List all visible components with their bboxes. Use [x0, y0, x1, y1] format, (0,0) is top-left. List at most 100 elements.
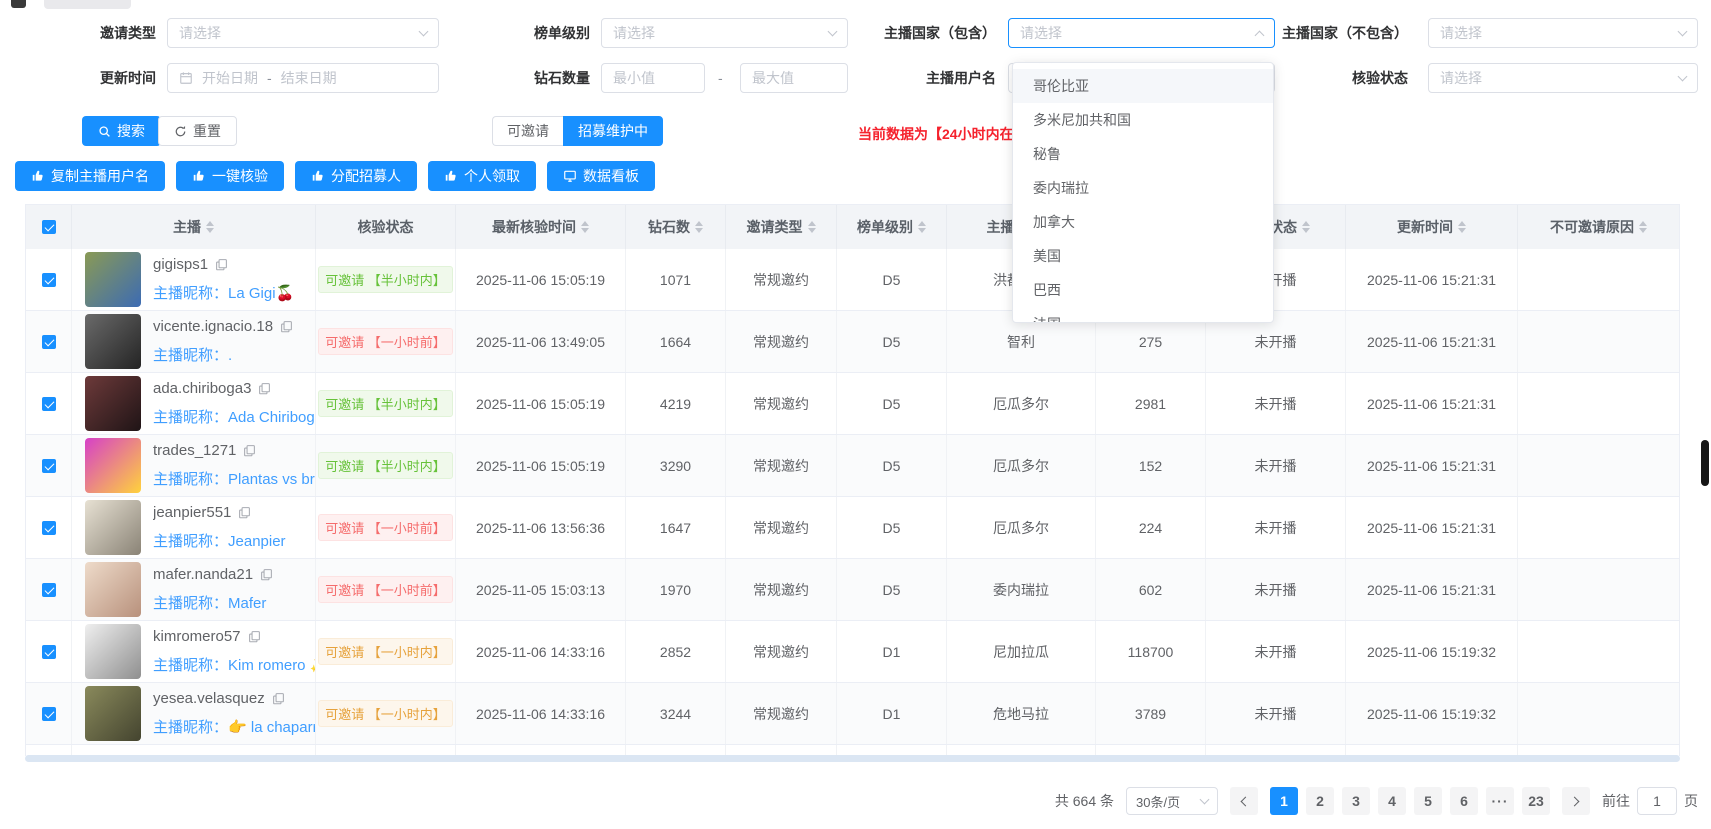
column-header-invite_type[interactable]: 邀请类型 — [726, 205, 837, 249]
cell-update-time: 2025-11-06 15:21:31 — [1346, 559, 1518, 620]
page-button-3[interactable]: 3 — [1342, 787, 1370, 815]
thumb-icon — [31, 169, 45, 183]
copy-icon[interactable] — [243, 444, 256, 457]
page-button-2[interactable]: 2 — [1306, 787, 1334, 815]
sort-caret-icon[interactable] — [695, 221, 703, 233]
cell-anchor: kimromero57主播昵称：Kim romero ✨ — [72, 621, 316, 682]
anchor-nickname-link[interactable]: Plantas vs brai — [228, 471, 315, 488]
column-header-rank_level[interactable]: 榜单级别 — [837, 205, 947, 249]
copy-icon[interactable] — [272, 692, 285, 705]
country-exclude-select[interactable]: 请选择 — [1428, 18, 1698, 48]
copy-icon[interactable] — [258, 382, 271, 395]
page-button-4[interactable]: 4 — [1378, 787, 1406, 815]
next-page-button[interactable] — [1562, 787, 1590, 815]
sort-caret-icon[interactable] — [808, 221, 816, 233]
horizontal-scrollbar[interactable] — [25, 755, 1680, 762]
search-icon — [98, 125, 111, 138]
cell-verify-time: 2025-11-06 15:05:19 — [456, 249, 626, 310]
page-button-23[interactable]: 23 — [1522, 787, 1550, 815]
column-header-diamonds[interactable]: 钻石数 — [626, 205, 726, 249]
page-button-1[interactable]: 1 — [1270, 787, 1298, 815]
row-select-cell — [26, 311, 72, 372]
invite-type-select[interactable]: 请选择 — [167, 18, 439, 48]
dropdown-option-3[interactable]: 秘鲁 — [1013, 137, 1273, 171]
select-all-checkbox[interactable] — [42, 220, 56, 234]
copy-icon[interactable] — [280, 320, 293, 333]
diamonds-min-input[interactable]: 最小值 — [601, 63, 705, 93]
column-header-verify_time[interactable]: 最新核验时间 — [456, 205, 626, 249]
page-button-5[interactable]: 5 — [1414, 787, 1442, 815]
action-button-复制主播用户名[interactable]: 复制主播用户名 — [15, 161, 165, 191]
toggle-invitable[interactable]: 可邀请 — [492, 116, 563, 146]
sort-caret-icon[interactable] — [1639, 221, 1647, 233]
sort-caret-icon[interactable] — [581, 221, 589, 233]
dropdown-option-7[interactable]: 巴西 — [1013, 273, 1273, 307]
sort-caret-icon[interactable] — [1302, 221, 1310, 233]
goto-page-input[interactable] — [1637, 787, 1677, 815]
row-checkbox[interactable] — [42, 273, 56, 287]
action-button-一键核验[interactable]: 一键核验 — [176, 161, 284, 191]
dropdown-option-6[interactable]: 美国 — [1013, 239, 1273, 273]
anchor-nickname-link[interactable]: Mafer — [228, 595, 266, 612]
chevron-right-icon — [1570, 796, 1580, 806]
vertical-scrollbar-thumb[interactable] — [1701, 440, 1709, 486]
row-checkbox[interactable] — [42, 459, 56, 473]
update-time-daterange[interactable]: 开始日期 - 结束日期 — [167, 63, 439, 93]
dropdown-option-1[interactable]: 哥伦比亚 — [1013, 69, 1273, 103]
nickname-label: 主播昵称： — [153, 285, 228, 302]
row-checkbox[interactable] — [42, 397, 56, 411]
sort-caret-icon[interactable] — [918, 221, 926, 233]
reset-button[interactable]: 重置 — [158, 116, 237, 146]
country-include-select[interactable]: 请选择 — [1008, 18, 1275, 48]
prev-page-button[interactable] — [1230, 787, 1258, 815]
dropdown-option-4[interactable]: 委内瑞拉 — [1013, 171, 1273, 205]
row-checkbox[interactable] — [42, 707, 56, 721]
cell-invite-type: 常规邀约 — [726, 683, 837, 744]
row-checkbox[interactable] — [42, 645, 56, 659]
column-header-block_reason[interactable]: 不可邀请原因 — [1518, 205, 1679, 249]
diamonds-max-input[interactable]: 最大值 — [740, 63, 848, 93]
anchor-info: jeanpier551主播昵称：Jeanpier — [153, 504, 286, 551]
dropdown-option-8[interactable]: 法国 — [1013, 307, 1273, 323]
page-size-select[interactable]: 30条/页 — [1126, 787, 1218, 815]
dropdown-option-2[interactable]: 多米尼加共和国 — [1013, 103, 1273, 137]
anchor-nickname-link[interactable]: 👉 la chaparrit — [228, 719, 315, 736]
anchor-nickname-link[interactable]: Kim romero ✨ — [228, 657, 315, 674]
dropdown-option-5[interactable]: 加拿大 — [1013, 205, 1273, 239]
cell-block-reason — [1518, 311, 1679, 372]
cell-anchor: gigisps1主播昵称：La Gigi🍒 — [72, 249, 316, 310]
search-button[interactable]: 搜索 — [82, 116, 161, 146]
action-button-个人领取[interactable]: 个人领取 — [428, 161, 536, 191]
rank-level-select[interactable]: 请选择 — [601, 18, 848, 48]
row-checkbox[interactable] — [42, 583, 56, 597]
cell-country: 委内瑞拉 — [947, 559, 1096, 620]
sort-caret-icon[interactable] — [1458, 221, 1466, 233]
anchor-nickname-link[interactable]: Ada Chiriboga — [228, 409, 315, 426]
copy-icon[interactable] — [260, 568, 273, 581]
anchor-username: jeanpier551 — [153, 504, 231, 521]
verify-status-select[interactable]: 请选择 — [1428, 63, 1698, 93]
row-checkbox[interactable] — [42, 521, 56, 535]
row-checkbox[interactable] — [42, 335, 56, 349]
anchor-nickname-link[interactable]: La Gigi🍒 — [228, 285, 294, 302]
action-button-数据看板[interactable]: 数据看板 — [547, 161, 655, 191]
page-ellipsis[interactable]: ··· — [1486, 787, 1514, 815]
cell-verify-status: 可邀请 【一小时内】 — [316, 683, 456, 744]
avatar — [85, 686, 141, 741]
chevron-left-icon — [1241, 796, 1251, 806]
copy-icon[interactable] — [215, 258, 228, 271]
copy-icon[interactable] — [238, 506, 251, 519]
action-button-分配招募人[interactable]: 分配招募人 — [295, 161, 417, 191]
cell-country: 厄瓜多尔 — [947, 373, 1096, 434]
cell-invite-type: 常规邀约 — [726, 249, 837, 310]
table-row: mafer.nanda21主播昵称：Mafer可邀请 【一小时前】2025-11… — [26, 559, 1679, 621]
sort-caret-icon[interactable] — [206, 221, 214, 233]
column-header-anchor[interactable]: 主播 — [72, 205, 316, 249]
column-header-update_time[interactable]: 更新时间 — [1346, 205, 1518, 249]
toggle-recruit-maintain[interactable]: 招募维护中 — [563, 116, 663, 146]
anchor-nickname-link[interactable]: . — [228, 347, 232, 364]
page-button-6[interactable]: 6 — [1450, 787, 1478, 815]
anchor-nickname-link[interactable]: Jeanpier — [228, 533, 286, 550]
copy-icon[interactable] — [248, 630, 261, 643]
page-buttons: 123456···23 — [1270, 787, 1550, 815]
